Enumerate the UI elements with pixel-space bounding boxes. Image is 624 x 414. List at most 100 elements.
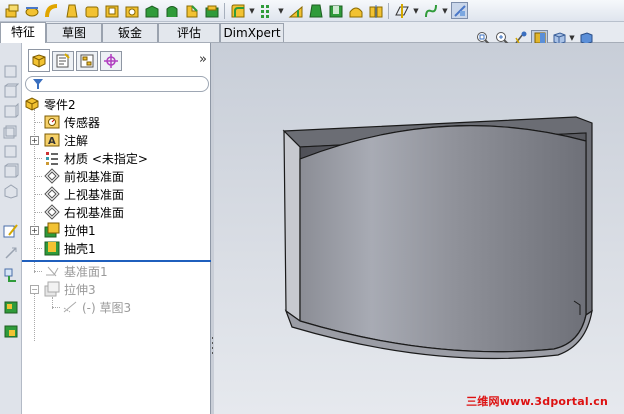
instant3d-icon[interactable] (451, 2, 468, 19)
property-manager-tab[interactable] (52, 51, 74, 71)
tree-item-sensors[interactable]: 传感器 (44, 113, 100, 131)
cube-view-icon[interactable] (3, 103, 19, 119)
hole-wizard-icon[interactable] (123, 2, 140, 19)
linear-pattern-icon[interactable] (258, 2, 275, 19)
lofted-cut-icon[interactable] (183, 2, 200, 19)
extruded-boss-icon[interactable] (3, 2, 20, 19)
lofted-boss-icon[interactable] (63, 2, 80, 19)
feature-manager-panel: » 零件2 传感器 + A 注解 材质 <未指定> 前视基准面 上视基准面 右视… (22, 43, 211, 414)
svg-text:A: A (48, 136, 56, 147)
left-command-strip (0, 43, 22, 414)
boundary-cut-icon[interactable] (203, 2, 220, 19)
toolbar-separator (388, 2, 389, 19)
tab-features[interactable]: 特征 (0, 22, 46, 43)
cube-view-icon[interactable] (3, 63, 19, 79)
tree-item-label: 注解 (64, 133, 89, 148)
tree-item-label: 拉伸1 (64, 223, 96, 238)
tab-sheet-metal[interactable]: 钣金 (102, 23, 158, 42)
tree-item-label: 零件2 (44, 97, 76, 112)
curves-dropdown-icon[interactable]: ▼ (442, 7, 448, 15)
shell-feature-icon (44, 240, 60, 256)
tab-evaluate[interactable]: 评估 (158, 23, 220, 42)
tree-item-label: 抽壳1 (64, 241, 96, 256)
reference-geometry-dropdown-icon[interactable]: ▼ (413, 7, 419, 15)
tree-item-material[interactable]: 材质 <未指定> (44, 149, 148, 167)
watermark: 三维网www.3dportal.cn (466, 395, 608, 408)
extrude-feature-icon (44, 281, 60, 297)
toolbar-separator (224, 2, 225, 19)
filter-icon (33, 79, 43, 89)
swept-boss-icon[interactable] (43, 2, 60, 19)
dimxpert-manager-tab[interactable] (100, 51, 122, 71)
tree-item-extrude3[interactable]: 拉伸3 (44, 280, 96, 298)
shell-model[interactable] (214, 43, 624, 414)
extrude-feature-icon (44, 222, 60, 238)
tab-dimxpert[interactable]: DimXpert (220, 23, 284, 42)
configuration-manager-tab-icon (80, 54, 94, 68)
tree-item-extrude1[interactable]: 拉伸1 (44, 221, 96, 239)
panel-expand-button[interactable]: » (199, 52, 207, 67)
expand-toggle-annotations[interactable]: + (30, 136, 39, 145)
annotations-icon: A (44, 132, 60, 148)
tree-item-annotations[interactable]: A 注解 (44, 131, 88, 149)
relations-icon[interactable] (3, 245, 19, 261)
revolved-boss-icon[interactable] (23, 2, 40, 19)
tree-item-label: 基准面1 (64, 264, 108, 279)
revolved-cut-icon[interactable] (143, 2, 160, 19)
tab-sketch[interactable]: 草图 (46, 23, 102, 42)
feature-manager-tab[interactable] (28, 49, 50, 72)
shell-icon[interactable] (327, 2, 344, 19)
graphics-area[interactable]: 三维网www.3dportal.cn (214, 43, 624, 414)
tree-item-label: (-) 草图3 (82, 300, 132, 315)
cube-view-icon[interactable] (3, 163, 19, 179)
tree-item-right-plane[interactable]: 右视基准面 (44, 203, 124, 221)
fillet-icon[interactable] (229, 2, 246, 19)
convert-entities-icon[interactable] (3, 267, 19, 283)
mirror-icon[interactable] (367, 2, 384, 19)
tree-item-shell1[interactable]: 抽壳1 (44, 239, 96, 257)
material-icon (44, 150, 60, 166)
tree-root-part[interactable]: 零件2 (24, 95, 76, 113)
extruded-cut-icon[interactable] (103, 2, 120, 19)
collapse-toggle-extrude3[interactable]: − (30, 285, 39, 294)
tree-item-label: 材质 <未指定> (64, 151, 148, 166)
cube-view-icon[interactable] (3, 83, 19, 99)
plane-icon (44, 186, 60, 202)
sketch-icon (62, 299, 78, 315)
expand-toggle-extrude1[interactable]: + (30, 226, 39, 235)
tree-item-top-plane[interactable]: 上视基准面 (44, 185, 124, 203)
tree-item-label: 传感器 (64, 115, 101, 130)
cube-view-icon[interactable] (3, 183, 19, 199)
fillet-dropdown-icon[interactable]: ▼ (249, 7, 255, 15)
curves-icon[interactable] (422, 2, 439, 19)
part-icon (24, 96, 40, 112)
rib-icon[interactable] (287, 2, 304, 19)
tree-item-sketch3[interactable]: (-) 草图3 (62, 298, 131, 316)
tree-item-plane1[interactable]: 基准面1 (44, 262, 108, 280)
filter-input[interactable] (25, 76, 209, 92)
feature-tree: 零件2 传感器 + A 注解 材质 <未指定> 前视基准面 上视基准面 右视基准… (22, 93, 211, 363)
swept-cut-icon[interactable] (163, 2, 180, 19)
reference-geometry-icon[interactable] (393, 2, 410, 19)
tree-item-label: 拉伸3 (64, 282, 96, 297)
part-feature-icon[interactable] (3, 323, 19, 339)
configuration-manager-tab[interactable] (76, 51, 98, 71)
sensor-icon (44, 114, 60, 130)
cube-view-icon[interactable] (3, 143, 19, 159)
boundary-boss-icon[interactable] (83, 2, 100, 19)
tree-item-front-plane[interactable]: 前视基准面 (44, 167, 124, 185)
view-orientation-dropdown-icon[interactable]: ▼ (569, 34, 575, 42)
plane-icon (44, 204, 60, 220)
feature-manager-tab-icon (32, 53, 46, 68)
cube-view-icon[interactable] (3, 123, 19, 139)
feature-manager-tabs: » (22, 49, 211, 73)
sketch-tools-icon[interactable] (3, 223, 19, 239)
plane-icon (44, 263, 60, 279)
dome-icon[interactable] (347, 2, 364, 19)
dimxpert-manager-tab-icon (104, 54, 118, 68)
plane-icon (44, 168, 60, 184)
linear-pattern-dropdown-icon[interactable]: ▼ (278, 7, 284, 15)
part-feature-icon[interactable] (3, 299, 19, 315)
tree-item-label: 前视基准面 (64, 169, 125, 184)
draft-icon[interactable] (307, 2, 324, 19)
